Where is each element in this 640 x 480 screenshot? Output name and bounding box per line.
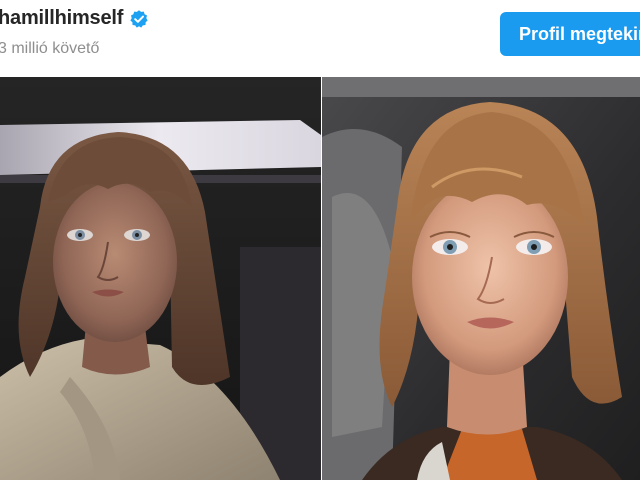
profile-header: hamillhimself 3 millió követő Profil meg… (0, 0, 640, 77)
post-view: hamillhimself 3 millió követő Profil meg… (0, 0, 640, 480)
right-photo (322, 77, 640, 480)
username-row: hamillhimself (0, 7, 149, 30)
left-photo (0, 77, 321, 480)
username[interactable]: hamillhimself (0, 7, 123, 30)
verified-badge-icon (129, 9, 149, 29)
follower-count: 3 millió követő (0, 40, 100, 57)
view-profile-button[interactable]: Profil megtekintése (500, 12, 640, 56)
photo-comparison (0, 77, 640, 480)
